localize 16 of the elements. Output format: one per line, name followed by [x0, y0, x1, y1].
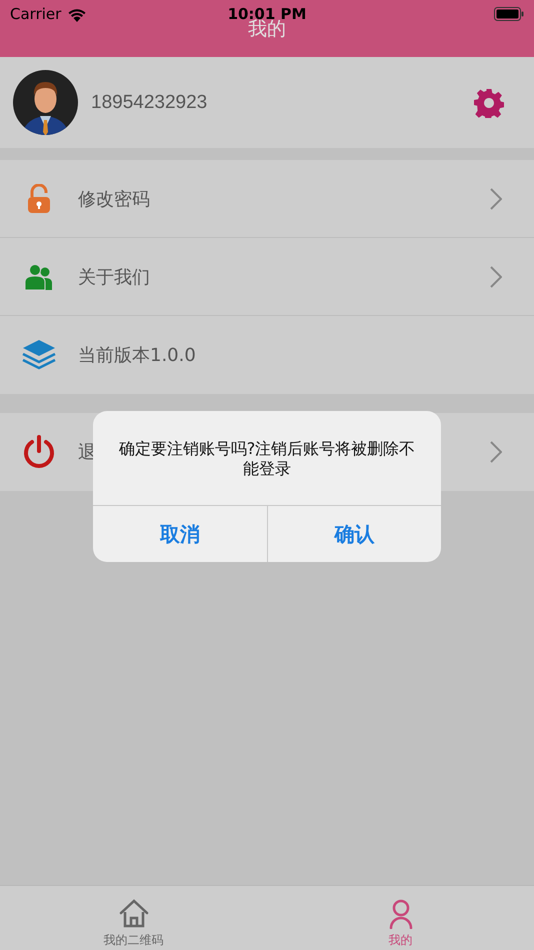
phone-number: 18954232923: [91, 92, 208, 114]
dialog-button[interactable]: 确认: [266, 506, 441, 562]
power-icon: [22, 435, 56, 469]
alert-message: 确定要注销账号吗?注销后账号将被删除不能登录: [118, 439, 416, 478]
padlock-icon: [26, 184, 52, 214]
wifi-icon: [67, 6, 88, 22]
battery-icon: [494, 7, 524, 21]
people-icon: [24, 264, 54, 290]
tab[interactable]: 我的二维码: [0, 886, 267, 950]
settings-icon[interactable]: [474, 88, 504, 118]
dialog-button[interactable]: 取消: [93, 506, 266, 562]
layers-icon: [22, 339, 56, 371]
carrier-label: Carrier: [10, 5, 62, 23]
tab[interactable]: 我的: [267, 886, 534, 950]
person-icon: [388, 899, 414, 929]
home-icon: [118, 899, 148, 929]
